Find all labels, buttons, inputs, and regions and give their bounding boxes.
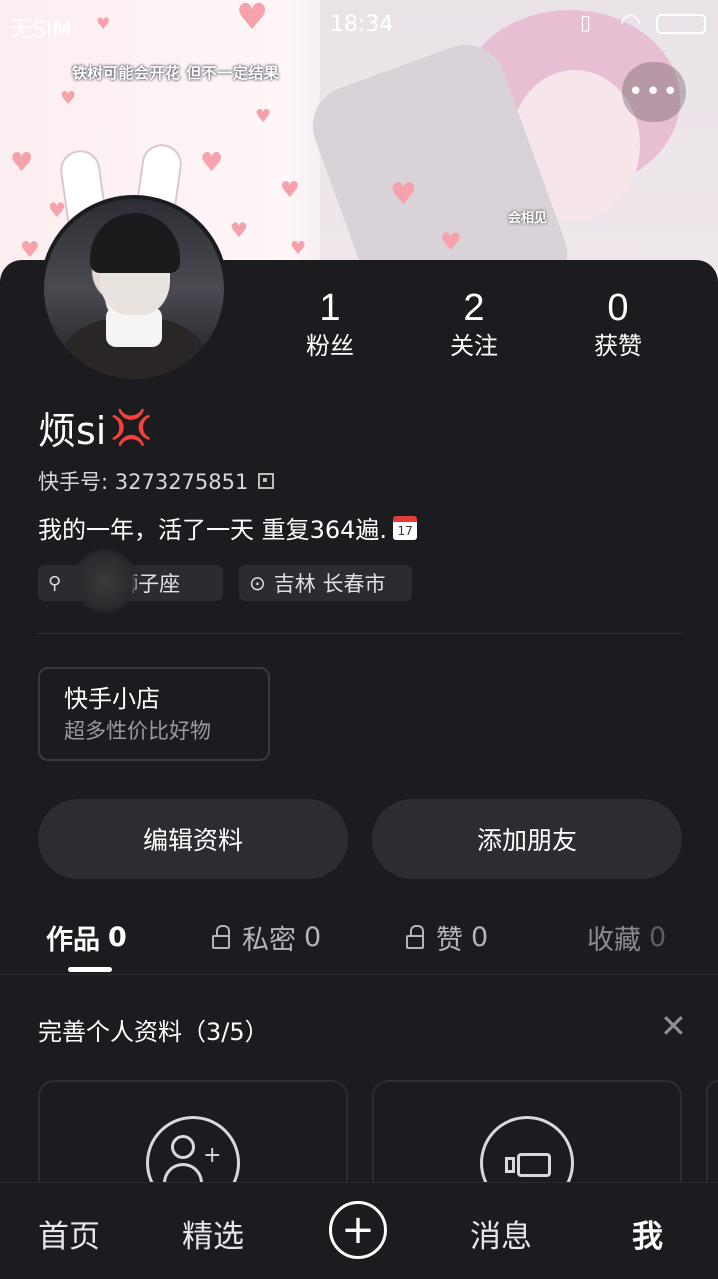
nav-home[interactable]: 首页 <box>38 1211 100 1256</box>
user-id-line[interactable]: 快手号: 3273275851 <box>38 466 275 496</box>
heart-decoration: ♥ <box>390 177 417 212</box>
heart-decoration: ♥ <box>440 228 462 256</box>
plus-icon: + <box>341 1207 375 1253</box>
tab-count: 0 <box>649 922 667 953</box>
more-icon: ••• <box>627 77 680 107</box>
nav-featured[interactable]: 精选 <box>182 1211 244 1256</box>
tab-count: 0 <box>304 922 322 953</box>
tab-liked[interactable]: 赞 0 <box>406 918 488 957</box>
banner-sticker-text: 会相见 <box>508 211 548 226</box>
tag-location-text: 吉林 长春市 <box>273 572 386 596</box>
tab-label: 赞 <box>436 925 463 956</box>
redaction-scribble <box>74 545 136 617</box>
profile-name-text: 烦si <box>38 409 107 453</box>
stat-label: 获赞 <box>594 332 642 360</box>
tab-count: 0 <box>471 922 489 953</box>
complete-profile-title: 完善个人资料（3/5） <box>38 1018 269 1046</box>
nav-messages[interactable]: 消息 <box>470 1211 532 1256</box>
stat-followers[interactable]: 1 粉丝 <box>275 286 385 362</box>
divider <box>38 633 684 634</box>
carrier-label: 无SIM <box>10 18 72 43</box>
close-icon[interactable]: ✕ <box>660 1010 687 1042</box>
nav-me[interactable]: 我 <box>632 1211 663 1256</box>
tag-location[interactable]: ⊙ 吉林 长春市 <box>239 565 412 601</box>
heart-decoration: ♥ <box>280 178 300 203</box>
lock-icon <box>212 924 230 949</box>
status-bar: 无SIM 18:34 ▯ ◠ <box>0 0 718 50</box>
tab-private[interactable]: 私密 0 <box>212 918 321 957</box>
profile-bio: 我的一年，活了一天 重复364遍. 17 <box>38 510 418 545</box>
shop-title: 快手小店 <box>64 685 160 713</box>
qr-code-icon[interactable] <box>258 473 275 489</box>
stat-number: 1 <box>319 287 341 329</box>
tab-label: 收藏 <box>587 925 641 956</box>
profile-name: 烦si 💢 <box>38 400 153 455</box>
create-post-button[interactable]: + <box>329 1201 387 1259</box>
bio-text: 我的一年，活了一天 重复364遍. <box>38 516 388 544</box>
heart-decoration: ♥ <box>290 238 307 259</box>
heart-decoration: ♥ <box>60 88 77 109</box>
tab-works[interactable]: 作品 0 <box>46 918 127 957</box>
user-id-text: 快手号: 3273275851 <box>38 470 249 494</box>
status-time: 18:34 <box>330 12 394 37</box>
content-tabs: 作品 0 私密 0 赞 0 收藏 0 <box>0 910 718 975</box>
battery-icon <box>656 14 706 34</box>
tab-label: 作品 <box>46 925 100 956</box>
gender-icon: ⚲ <box>48 572 62 594</box>
stat-label: 粉丝 <box>306 332 354 360</box>
stat-number: 0 <box>607 287 629 329</box>
avatar-hair <box>90 213 180 273</box>
heart-decoration: ♥ <box>200 148 224 178</box>
stat-number: 2 <box>463 287 485 329</box>
edit-profile-button[interactable]: 编辑资料 <box>38 799 348 879</box>
heart-decoration: ♥ <box>230 218 248 242</box>
stat-likes[interactable]: 0 获赞 <box>563 286 673 362</box>
heart-decoration: ♥ <box>255 106 272 127</box>
bottom-navigation: 首页 精选 + 消息 我 <box>0 1182 718 1279</box>
tab-favorites[interactable]: 收藏 0 <box>587 918 666 957</box>
heart-decoration: ♥ <box>48 198 66 222</box>
kuaishou-shop-card[interactable]: 快手小店 超多性价比好物 <box>38 667 270 761</box>
calendar-icon: 17 <box>393 515 418 540</box>
wifi-icon: ◠ <box>620 8 641 36</box>
lock-icon <box>406 924 424 949</box>
shop-subtitle: 超多性价比好物 <box>64 719 211 743</box>
vibrate-icon: ▯ <box>580 10 592 34</box>
active-tab-indicator <box>68 967 112 972</box>
more-options-button[interactable]: ••• <box>622 62 686 122</box>
stat-label: 关注 <box>450 332 498 360</box>
add-friend-button[interactable]: 添加朋友 <box>372 799 682 879</box>
heart-decoration: ♥ <box>10 148 34 178</box>
stat-following[interactable]: 2 关注 <box>419 286 529 362</box>
location-pin-icon: ⊙ <box>249 571 266 595</box>
music-lyric: 铁树可能会开花 但不一定结果 <box>72 64 280 82</box>
anger-emoji-icon: 💢 <box>110 407 153 448</box>
avatar[interactable] <box>40 195 228 383</box>
heart-decoration: ♥ <box>20 238 40 263</box>
tab-label: 私密 <box>242 925 296 956</box>
tab-count: 0 <box>108 922 127 953</box>
